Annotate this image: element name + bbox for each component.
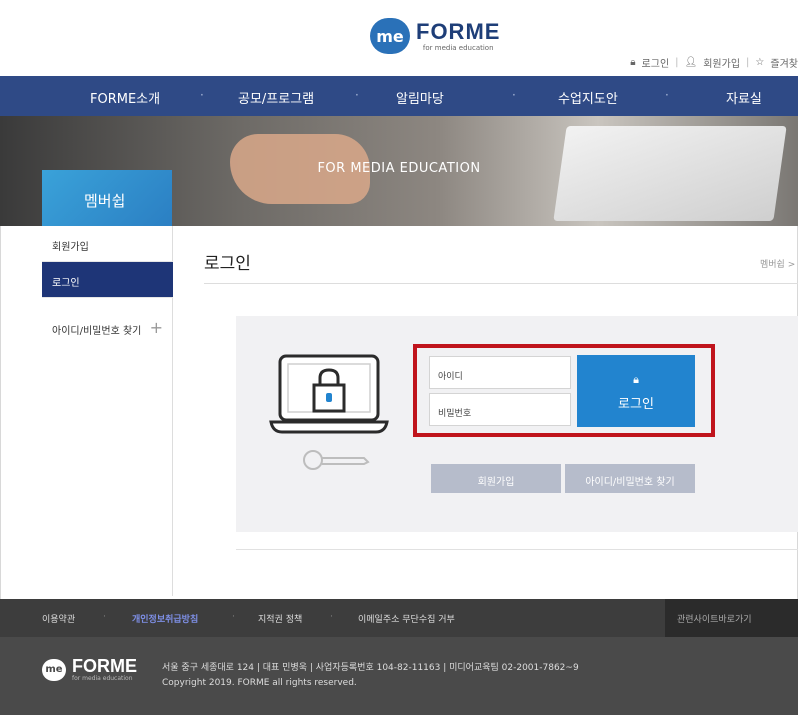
divider: |: [675, 57, 679, 68]
user-icon: 👤︎: [684, 57, 698, 68]
util-join-link[interactable]: 회원가입: [703, 55, 740, 70]
nav-item-archive[interactable]: 자료실: [726, 88, 762, 107]
sidebar-item-label: 아이디/비밀번호 찾기: [52, 326, 142, 337]
footer-logo-name: FORME: [72, 656, 137, 676]
highlight-box: [413, 344, 715, 437]
util-login-link[interactable]: 로그인: [642, 55, 670, 70]
footer-link-terms[interactable]: 이용약관: [42, 612, 75, 625]
nav-dot: ·: [665, 88, 669, 102]
footer-link-email[interactable]: 이메일주소 무단수집 거부: [358, 612, 455, 625]
nav-item-about[interactable]: FORME소개: [90, 88, 160, 107]
title-divider: [204, 283, 798, 284]
logo-mark-icon: me: [370, 18, 410, 54]
footer-dot: ·: [330, 612, 333, 622]
site-logo[interactable]: me FORME for media education: [370, 18, 500, 54]
breadcrumb[interactable]: 멤버쉽 >: [760, 257, 795, 270]
footer-logo-subtitle: for media education: [72, 675, 133, 682]
site-header: me FORME for media education 🔒︎ 로그인 | 👤︎…: [0, 0, 798, 76]
divider: |: [746, 57, 750, 68]
utility-links: 🔒︎ 로그인 | 👤︎ 회원가입 | ☆ 즐겨찾: [630, 55, 798, 70]
nav-dot: ·: [200, 88, 204, 102]
sidebar-item-label: 로그인: [52, 278, 80, 289]
find-account-button[interactable]: 아이디/비밀번호 찾기: [565, 464, 695, 493]
content-divider: [236, 549, 798, 550]
sidebar-item-find-account[interactable]: 아이디/비밀번호 찾기 +: [42, 310, 173, 346]
laptop-lock-illustration: [269, 354, 389, 470]
nav-dot: ·: [355, 88, 359, 102]
sidebar-item-login[interactable]: 로그인: [42, 262, 173, 298]
related-sites-dropdown[interactable]: 관련사이트바로가기: [665, 599, 798, 637]
footer-dot: ·: [103, 612, 106, 622]
page-title: 로그인: [204, 254, 251, 274]
footer-dot: ·: [232, 612, 235, 622]
nav-item-program[interactable]: 공모/프로그램: [238, 88, 314, 107]
footer-link-copyright[interactable]: 지적권 정책: [258, 612, 302, 625]
nav-item-notice[interactable]: 알림마당: [396, 88, 444, 107]
footer-logo: me FORME for media education: [42, 657, 137, 682]
lock-icon: 🔒︎: [630, 57, 636, 68]
sidebar-item-join[interactable]: 회원가입: [42, 226, 173, 262]
footer-links-bar: 이용약관 · 개인정보취급방침 · 지적권 정책 · 이메일주소 무단수집 거부…: [0, 599, 798, 637]
plus-icon[interactable]: +: [150, 318, 163, 337]
footer-address-block: 서울 중구 세종대로 124 | 대표 민병욱 | 사업자등록번호 104-82…: [162, 661, 579, 691]
section-badge: 멤버쉽: [42, 170, 172, 226]
nav-item-lesson[interactable]: 수업지도안: [558, 88, 618, 107]
main-nav: FORME소개 · 공모/프로그램 · 알림마당 · 수업지도안 · 자료실: [0, 76, 798, 116]
sidebar-item-label: 회원가입: [52, 242, 89, 253]
footer-main: me FORME for media education 서울 중구 세종대로 …: [0, 637, 798, 715]
util-favorite-link[interactable]: 즐겨찾: [770, 55, 798, 70]
logo-subtitle: for media education: [422, 43, 494, 52]
footer-address: 서울 중구 세종대로 124 | 대표 민병욱 | 사업자등록번호 104-82…: [162, 663, 579, 673]
sidebar: 회원가입 로그인 아이디/비밀번호 찾기 +: [42, 226, 173, 596]
star-icon: ☆: [755, 57, 765, 68]
logo-name: FORME: [416, 18, 501, 44]
footer-copyright: Copyright 2019. FORME all rights reserve…: [162, 678, 357, 688]
footer-link-privacy[interactable]: 개인정보취급방침: [132, 612, 198, 625]
join-button[interactable]: 회원가입: [431, 464, 561, 493]
nav-dot: ·: [512, 88, 516, 102]
footer-logo-mark-icon: me: [42, 658, 66, 681]
section-title: 멤버쉽: [84, 192, 126, 210]
